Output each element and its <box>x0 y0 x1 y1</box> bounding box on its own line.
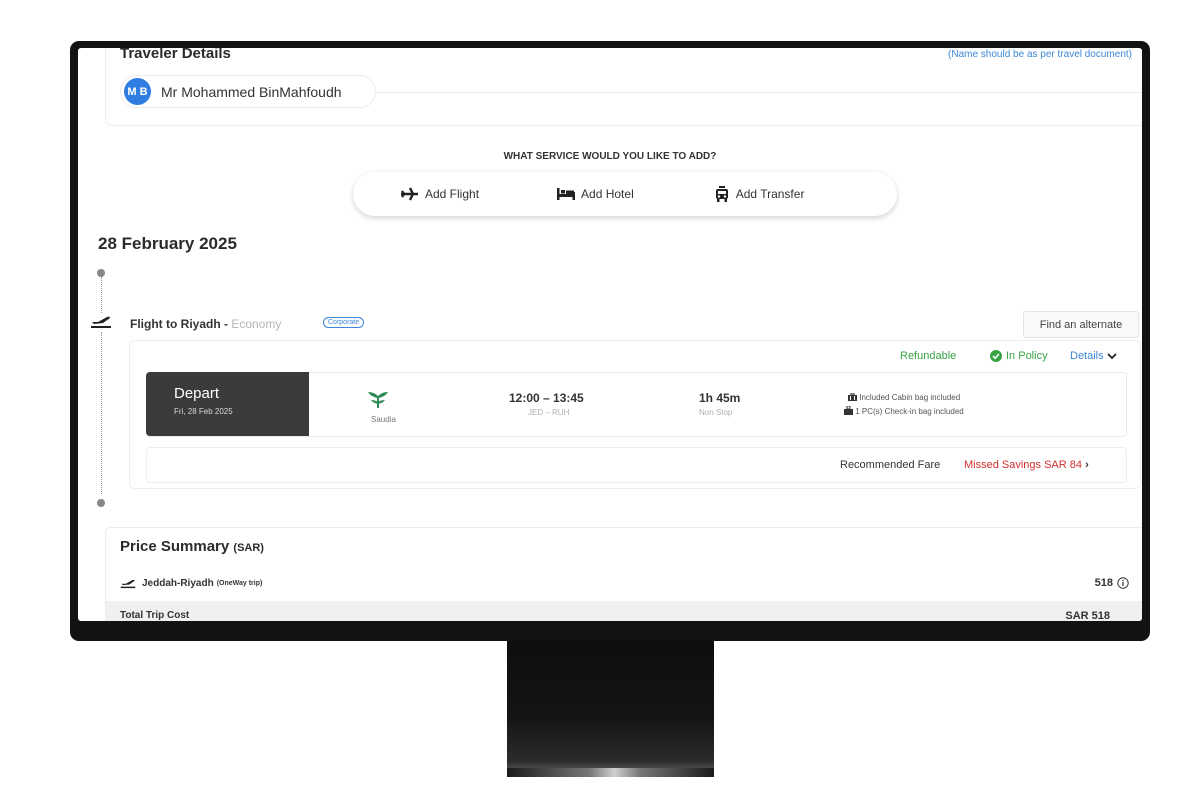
add-hotel-button[interactable]: Add Hotel <box>557 187 634 201</box>
trip-amount: 518 <box>1095 577 1129 589</box>
in-policy-status: In Policy <box>990 350 1048 362</box>
details-label: Details <box>1070 350 1104 362</box>
total-trip-cost-label: Total Trip Cost <box>120 610 190 621</box>
recommended-fare-label: Recommended Fare <box>840 459 941 471</box>
cabin-class: Economy <box>231 317 282 331</box>
bed-icon <box>557 188 576 200</box>
flight-route: JED – RUH <box>528 408 570 417</box>
flight-duration: 1h 45m <box>699 391 741 405</box>
missed-savings-text: Missed Savings SAR 84 <box>964 459 1082 471</box>
flight-times: 12:00 – 13:45 <box>509 391 584 405</box>
luggage-icon <box>848 392 857 401</box>
add-flight-label: Add Flight <box>425 187 480 201</box>
check-circle-icon <box>990 350 1002 362</box>
price-summary-currency: (SAR) <box>233 542 264 554</box>
service-question: WHAT SERVICE WOULD YOU LIKE TO ADD? <box>503 151 717 162</box>
total-trip-cost-amount: SAR 518 <box>1065 610 1110 621</box>
name-hint: (Name should be as per travel document) <box>948 49 1132 60</box>
price-summary-title: Price Summary (SAR) <box>120 538 264 555</box>
traveler-chip[interactable]: M B Mr Mohammed BinMahfoudh <box>120 75 376 108</box>
checkin-bag-info: 1 PC(s) Check-in bag included <box>844 405 964 416</box>
traveler-name: Mr Mohammed BinMahfoudh <box>161 83 342 100</box>
saudia-logo-icon <box>367 388 389 415</box>
suitcase-icon <box>844 405 853 415</box>
trip-date-heading: 28 February 2025 <box>98 234 237 253</box>
takeoff-icon <box>90 313 112 334</box>
depart-panel <box>146 372 309 436</box>
taxi-icon <box>715 186 728 202</box>
add-hotel-label: Add Hotel <box>581 187 634 201</box>
trip-label: Jeddah-Riyadh <box>142 577 214 589</box>
cabin-bag-text: Included Cabin bag included <box>859 393 961 402</box>
timeline-line <box>101 332 102 494</box>
depart-label: Depart <box>174 385 220 402</box>
total-bar <box>106 601 1142 621</box>
takeoff-icon <box>120 579 136 589</box>
info-icon[interactable] <box>1117 577 1129 589</box>
airplane-icon <box>401 187 418 201</box>
corporate-badge: Corporate <box>323 317 365 328</box>
timeline-line <box>101 277 102 313</box>
add-flight-button[interactable]: Add Flight <box>401 187 479 201</box>
chevron-right-icon: › <box>1085 459 1089 471</box>
flight-destination: Flight to Riyadh - <box>130 317 232 331</box>
add-transfer-button[interactable]: Add Transfer <box>714 186 805 202</box>
add-transfer-label: Add Transfer <box>735 187 805 201</box>
timeline-start-dot <box>97 269 105 277</box>
trip-type: (OneWay trip) <box>216 579 263 587</box>
trip-row: Jeddah-Riyadh (OneWay trip) <box>120 577 262 589</box>
monitor-stand <box>507 641 714 777</box>
price-summary-heading: Price Summary <box>120 538 230 555</box>
find-alternate-button[interactable]: Find an alternate <box>1023 311 1139 338</box>
monitor-frame: Traveler Details (Name should be as per … <box>70 41 1150 641</box>
flight-stops: Non Stop <box>699 408 733 417</box>
in-policy-label: In Policy <box>1006 350 1048 362</box>
flight-title: Flight to Riyadh - Economy <box>130 317 281 331</box>
missed-savings-link[interactable]: Missed Savings SAR 84 › <box>964 459 1089 471</box>
airline-name: Saudia <box>371 415 396 424</box>
refundable-label: Refundable <box>900 350 957 362</box>
monitor-stand-base <box>507 768 714 777</box>
timeline-end-dot <box>97 499 105 507</box>
traveler-section-title: Traveler Details <box>120 48 231 62</box>
details-toggle[interactable]: Details <box>1070 350 1117 362</box>
chevron-down-icon <box>1106 353 1117 360</box>
cabin-bag-info: Included Cabin bag included <box>848 392 961 402</box>
trip-amount-value: 518 <box>1094 577 1113 589</box>
screen: Traveler Details (Name should be as per … <box>78 48 1142 621</box>
avatar: M B <box>124 78 151 105</box>
service-selector: Add Flight Add Hotel Add Transfer <box>353 172 897 216</box>
depart-date: Fri, 28 Feb 2025 <box>174 407 233 416</box>
checkin-bag-text: 1 PC(s) Check-in bag included <box>855 407 964 416</box>
divider <box>376 92 1142 93</box>
